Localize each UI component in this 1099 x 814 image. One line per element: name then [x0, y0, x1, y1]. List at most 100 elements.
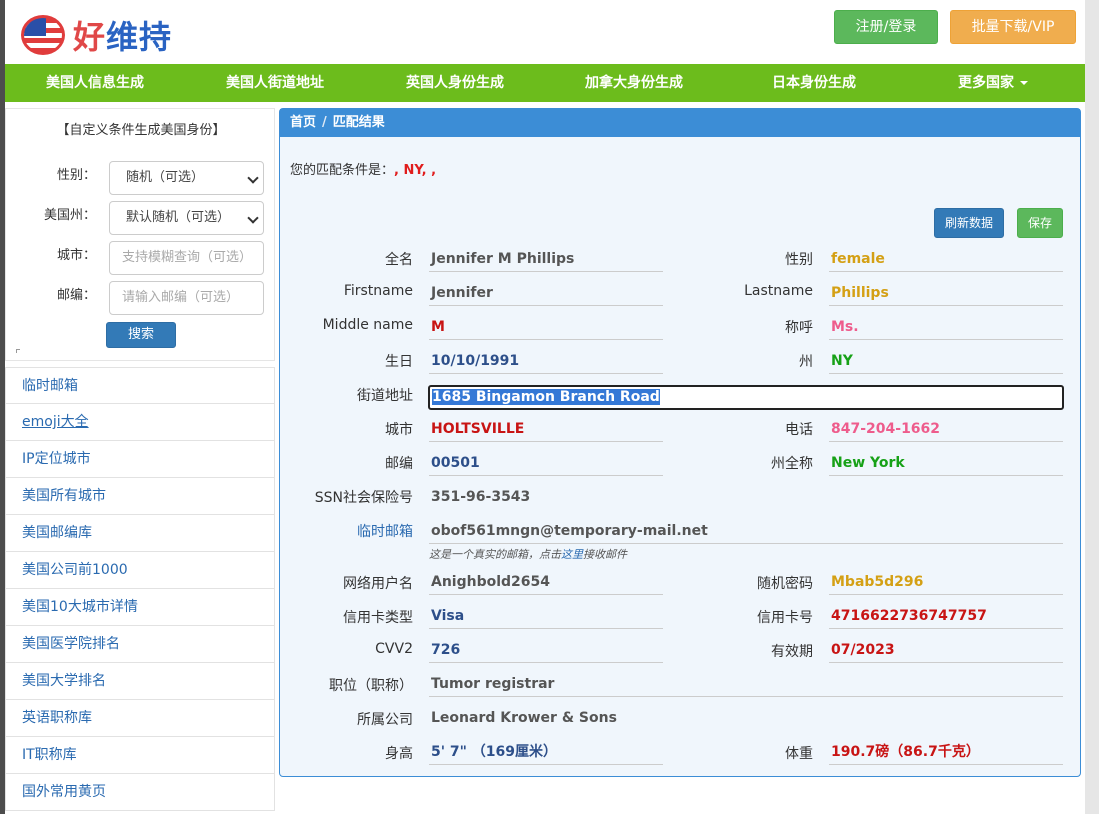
password-value[interactable]: Mbab5d296	[829, 569, 1063, 595]
gender-label: 性别	[785, 252, 813, 268]
caret-down-icon	[1020, 81, 1028, 85]
birthday-value[interactable]: 10/10/1991	[429, 348, 663, 374]
nav-canada-identity[interactable]: 加拿大身份生成	[585, 64, 683, 102]
zip-label: 邮编	[385, 456, 413, 472]
match-condition: 您的匹配条件是：, NY, ,	[290, 163, 437, 178]
search-button[interactable]: 搜索	[106, 322, 176, 348]
breadcrumb-current: 匹配结果	[332, 115, 385, 130]
sidebar-link-medical-schools[interactable]: 美国医学院排名	[5, 626, 275, 663]
receive-mail-link[interactable]: 这里	[561, 548, 583, 561]
sidebar-link-job-titles[interactable]: 英语职称库	[5, 700, 275, 737]
sidebar-link-it-titles[interactable]: IT职称库	[5, 737, 275, 774]
form-title: 【自定义条件生成美国身份】	[56, 123, 226, 138]
cvv-value[interactable]: 726	[429, 637, 663, 663]
street-value: 1685 Bingamon Branch Road	[432, 389, 660, 405]
state-full-value[interactable]: New York	[829, 450, 1063, 476]
lastname-label: Lastname	[744, 283, 813, 299]
fullname-value[interactable]: Jennifer M Phillips	[429, 246, 663, 272]
company-value[interactable]: Leonard Krower & Sons	[429, 705, 1063, 731]
sidebar-link-top-companies[interactable]: 美国公司前1000	[5, 552, 275, 589]
street-address-field[interactable]: 1685 Bingamon Branch Road	[428, 385, 1064, 410]
site-logo[interactable]: 好维持	[21, 12, 172, 58]
city-label: 城市	[385, 422, 413, 438]
cc-number-label: 信用卡号	[757, 610, 813, 626]
zip-value[interactable]: 00501	[429, 450, 663, 476]
fullname-label: 全名	[385, 252, 413, 268]
city-value[interactable]: HOLTSVILLE	[429, 416, 663, 442]
chevron-down-icon	[247, 212, 259, 224]
gender-select[interactable]: 随机（可选）	[109, 161, 264, 195]
weight-label: 体重	[785, 746, 813, 762]
logo-text: 好维持	[73, 18, 173, 56]
job-label: 职位（职称）	[329, 678, 413, 694]
sidebar-link-us-cities[interactable]: 美国所有城市	[5, 478, 275, 515]
expiry-value[interactable]: 07/2023	[829, 637, 1063, 663]
email-note: 这是一个真实的邮箱，点击这里接收邮件	[429, 548, 627, 561]
street-label: 街道地址	[357, 388, 413, 404]
bulk-download-vip-button[interactable]: 批量下载/VIP	[950, 10, 1076, 44]
sidebar-link-yellow-pages[interactable]: 国外常用黄页	[5, 774, 275, 811]
lastname-value[interactable]: Phillips	[829, 280, 1063, 306]
ssn-value[interactable]: 351-96-3543	[429, 484, 663, 510]
refresh-button[interactable]: 刷新数据	[934, 208, 1004, 238]
zip-input[interactable]: 请输入邮编（可选）	[109, 281, 264, 315]
city-label: 城市：	[56, 248, 96, 263]
company-label: 所属公司	[357, 712, 413, 728]
nav-uk-identity[interactable]: 英国人身份生成	[406, 64, 504, 102]
state-label: 美国州：	[43, 208, 96, 223]
sidebar-link-emoji[interactable]: emoji大全	[5, 404, 275, 441]
height-value[interactable]: 5' 7" （169厘米）	[429, 739, 663, 765]
nav-more-countries[interactable]: 更多国家	[958, 64, 1028, 102]
title-label: 称呼	[785, 320, 813, 336]
zip-label: 邮编：	[56, 288, 96, 303]
cvv-label: CVV2	[375, 641, 413, 657]
state-value[interactable]: NY	[829, 348, 1063, 374]
firstname-label: Firstname	[343, 283, 413, 299]
sidebar-link-universities[interactable]: 美国大学排名	[5, 663, 275, 700]
breadcrumb: 首页 / 匹配结果	[280, 109, 1080, 137]
temp-mail-link[interactable]: 临时邮箱	[280, 521, 413, 541]
gender-value[interactable]: female	[829, 246, 1063, 272]
city-input[interactable]: 支持模糊查询（可选）	[109, 241, 264, 275]
cc-number-value[interactable]: 4716622736747757	[829, 603, 1063, 629]
cc-type-value[interactable]: Visa	[429, 603, 663, 629]
nav-japan-identity[interactable]: 日本身份生成	[772, 64, 856, 102]
sidebar-link-temp-mail[interactable]: 临时邮箱	[5, 367, 275, 404]
firstname-value[interactable]: Jennifer	[429, 280, 663, 306]
phone-label: 电话	[785, 422, 813, 438]
us-flag-icon	[21, 15, 65, 55]
weight-value[interactable]: 190.7磅（86.7千克）	[829, 739, 1063, 765]
username-label: 网络用户名	[343, 576, 413, 592]
register-login-button[interactable]: 注册/登录	[834, 10, 938, 44]
password-label: 随机密码	[757, 576, 813, 592]
middlename-label: Middle name	[322, 317, 413, 333]
ssn-label: SSN社会保险号	[314, 490, 413, 506]
gender-label: 性别：	[56, 168, 96, 183]
nav-us-identity[interactable]: 美国人信息生成	[46, 64, 144, 102]
chevron-down-icon	[247, 172, 259, 184]
birthday-label: 生日	[385, 354, 413, 370]
save-button[interactable]: 保存	[1017, 208, 1063, 238]
resize-handle-icon	[16, 349, 20, 353]
sidebar-links: 临时邮箱 emoji大全 IP定位城市 美国所有城市 美国邮编库 美国公司前10…	[5, 367, 275, 811]
main-nav: 美国人信息生成 美国人街道地址 英国人身份生成 加拿大身份生成 日本身份生成 更…	[5, 64, 1085, 102]
state-select[interactable]: 默认随机（可选）	[109, 201, 264, 235]
window-edge-right	[1085, 0, 1099, 814]
username-value[interactable]: Anighbold2654	[429, 569, 663, 595]
sidebar-link-ip-location[interactable]: IP定位城市	[5, 441, 275, 478]
sidebar-link-top-cities[interactable]: 美国10大城市详情	[5, 589, 275, 626]
result-panel: 首页 / 匹配结果 您的匹配条件是：, NY, , 刷新数据 保存 全名 Jenni…	[279, 108, 1081, 777]
sidebar-link-us-zipcodes[interactable]: 美国邮编库	[5, 515, 275, 552]
nav-us-street-address[interactable]: 美国人街道地址	[226, 64, 324, 102]
custom-search-form: 【自定义条件生成美国身份】 性别： 随机（可选） 美国州： 默认随机（可选） 城…	[5, 108, 275, 361]
phone-value[interactable]: 847-204-1662	[829, 416, 1063, 442]
height-label: 身高	[385, 746, 413, 762]
job-value[interactable]: Tumor registrar	[429, 671, 1063, 697]
title-value[interactable]: Ms.	[829, 314, 1063, 340]
state-label: 州	[799, 354, 813, 370]
breadcrumb-home[interactable]: 首页	[290, 115, 316, 130]
state-full-label: 州全称	[771, 456, 813, 472]
email-value[interactable]: obof561mngn@temporary-mail.net	[429, 518, 1063, 544]
middlename-value[interactable]: M	[429, 314, 663, 340]
cc-type-label: 信用卡类型	[343, 610, 413, 626]
